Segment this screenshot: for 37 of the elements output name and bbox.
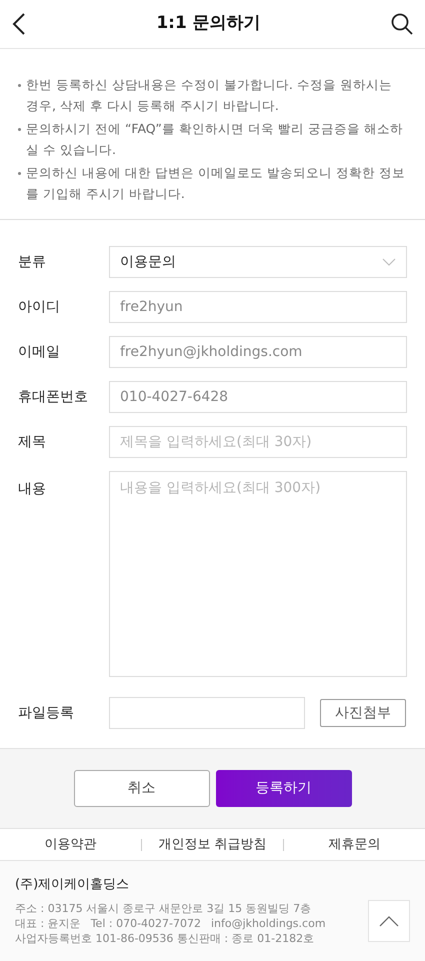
company-name: (주)제이케이홀딩스 [15, 876, 130, 894]
bullet-icon [18, 128, 21, 131]
chevron-up-icon [379, 916, 399, 926]
page-title: 1:1 문의하기 [156, 12, 261, 36]
input-field[interactable]: 010-4027-6428 [109, 381, 407, 413]
cancel-button[interactable]: 취소 [74, 770, 210, 807]
company-info: Tel : 070-4027-7072 [90, 916, 201, 930]
field-label: 분류 [18, 252, 47, 272]
input-field[interactable]: 제목을 입력하세요(최대 30자) [109, 426, 407, 458]
field-label: 휴대폰번호 [18, 388, 89, 406]
field-label: 제목 [18, 432, 47, 452]
bullet-icon [18, 84, 21, 87]
category-select[interactable]: 이용문의 [109, 246, 407, 278]
chevron-down-icon [382, 258, 396, 266]
file-field[interactable] [109, 697, 305, 729]
footer-link[interactable]: 이용약관 [0, 834, 141, 854]
footer-link[interactable]: 제휴문의 [284, 834, 425, 854]
footer-link[interactable]: 개인정보 취급방침 [142, 834, 283, 854]
back-icon[interactable] [12, 13, 26, 35]
notice-text: 문의하시기 전에 “FAQ”를 확인하시면 더욱 빨리 궁금증을 해소하실 수 있습니다. [26, 120, 404, 159]
bullet-icon [18, 172, 21, 175]
field-label: 내용 [18, 480, 47, 499]
content-textarea[interactable]: 내용을 입력하세요(최대 300자) [109, 471, 407, 677]
attach-photo-button[interactable]: 사진첨부 [320, 699, 406, 727]
notice-text: 문의하신 내용에 대한 답변은 이메일로도 발송되오니 정확한 정보를 기입해 주시기 바랍니다. [26, 164, 406, 203]
notice-text: 한번 등록하신 상담내용은 수정이 불가합니다. 수정을 원하시는 경우, 삭제 후 다시 등록해 주시기 바랍니다. [26, 76, 393, 115]
company-info: 주소 : 03175 서울시 종로구 새문안로 3길 15 동원빌딩 7층 [15, 900, 312, 916]
company-info: 사업자등록번호 101-86-09536 통신판매 : 종로 01-2182호 [15, 930, 314, 946]
company-info: 대표 : 윤지운 [15, 916, 81, 930]
field-label: 파일등록 [18, 704, 75, 722]
submit-button[interactable]: 등록하기 [216, 770, 352, 807]
field-label: 아이디 [18, 298, 61, 316]
search-icon[interactable] [391, 13, 413, 35]
company-info: info@jkholdings.com [211, 916, 326, 930]
input-field[interactable]: fre2hyun [109, 291, 407, 323]
field-label: 이메일 [18, 342, 61, 362]
input-field[interactable]: fre2hyun@jkholdings.com [109, 336, 407, 368]
